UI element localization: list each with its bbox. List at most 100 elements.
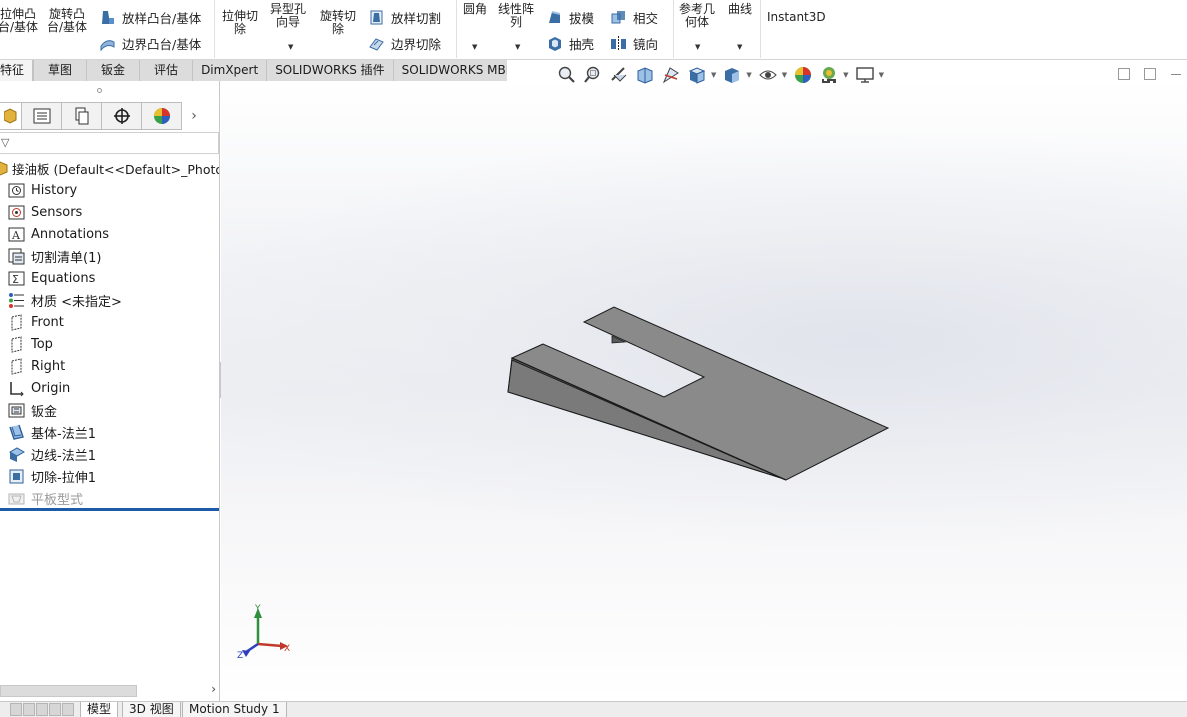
nav-prev-button[interactable] [23,703,35,716]
fillet-button[interactable]: 圆角 [463,3,487,16]
tab-display-manager[interactable] [142,102,182,130]
tree-item-annotations[interactable]: A Annotations [0,223,219,245]
tab-evaluate[interactable]: 评估 [140,60,194,81]
nav-next-button[interactable] [36,703,48,716]
tree-item-material[interactable]: 材质 <未指定> [0,289,219,311]
tree-item-front-plane[interactable]: Front [0,311,219,333]
panel-tabs: › [0,102,219,130]
nav-end-button[interactable] [62,703,74,716]
panel-horizontal-scrollbar[interactable]: › [0,682,219,698]
view-orientation-icon[interactable] [687,65,707,85]
panel-tabs-more-arrow[interactable]: › [182,102,206,130]
tree-item-origin[interactable]: Origin [0,377,219,399]
section-view-icon[interactable] [635,65,655,85]
tree-item-top-plane[interactable]: Top [0,333,219,355]
plane-icon [11,357,22,375]
apply-scene-dropdown[interactable]: ▼ [843,71,848,79]
loft-cut-button[interactable]: 放样切割 [368,7,441,27]
tab-navigation-buttons [10,703,74,716]
hole-wizard-dropdown[interactable]: ▼ [288,43,293,51]
view-settings-dropdown[interactable]: ▼ [879,71,884,79]
nav-first-button[interactable] [10,703,22,716]
mirror-button[interactable]: 镜向 [610,33,658,53]
linear-pattern-dropdown[interactable]: ▼ [515,43,520,51]
triad-z-label: Z [237,651,243,660]
tree-item-history[interactable]: History [0,179,219,201]
tab-configuration-manager[interactable] [62,102,102,130]
flat-pattern-icon [8,493,25,504]
previous-view-icon[interactable] [609,65,629,85]
instant3d-button[interactable]: Instant3D [767,11,826,24]
tab-feature-manager[interactable] [0,102,22,130]
hide-show-dropdown[interactable]: ▼ [782,71,787,79]
view-settings-icon[interactable] [855,65,875,85]
dynamic-annotation-icon[interactable] [661,65,681,85]
tree-item-cut-extrude[interactable]: 切除-拉伸1 [0,465,219,487]
graphics-area[interactable] [221,81,1187,701]
boundary-boss-button[interactable]: 边界凸台/基体 [99,33,201,53]
shell-button[interactable]: 抽壳 [546,33,594,53]
tree-item-cut-list[interactable]: 切割清单(1) [0,245,219,267]
reference-geometry-dropdown[interactable]: ▼ [695,43,700,51]
tree-item-sheet-metal[interactable]: 钣金 [0,399,219,421]
tree-item-label: 边线-法兰1 [31,448,96,464]
viewport-minimize-button[interactable] [1171,74,1181,75]
tree-item-flat-pattern[interactable]: 平板型式 [0,487,219,509]
feature-tree-filter[interactable]: ▽ [0,132,219,154]
tree-item-label: Annotations [31,226,110,242]
display-style-icon[interactable] [722,65,742,85]
tab-solidworks-mbd[interactable]: SOLIDWORKS MBD [393,60,524,81]
loft-boss-button[interactable]: 放样凸台/基体 [99,7,201,27]
draft-button[interactable]: 拔模 [546,7,594,27]
view-orientation-dropdown[interactable]: ▼ [711,71,716,79]
intersect-button[interactable]: 相交 [610,7,658,27]
rollback-bar[interactable] [0,508,219,511]
zoom-to-area-icon[interactable] [583,65,603,85]
hole-wizard-button[interactable]: 异型孔 向导 [270,3,306,29]
tab-features[interactable]: 特征 [0,60,34,81]
tab-sheet-metal[interactable]: 钣金 [87,60,141,81]
triad-y-label: Y [254,604,261,614]
tree-item-right-plane[interactable]: Right [0,355,219,377]
tree-item-edge-flange[interactable]: 边线-法兰1 [0,443,219,465]
scrollbar-thumb[interactable] [0,685,137,697]
viewport-restore-right-button[interactable] [1144,68,1156,80]
extrude-cut-button[interactable]: 拉伸切 除 [222,10,258,36]
heads-up-view-toolbar: ▼ ▼ ▼ ▼ ▼ [557,64,890,86]
tree-item-base-flange[interactable]: 基体-法兰1 [0,421,219,443]
tab-dimxpert[interactable]: DimXpert [193,60,268,81]
tab-motion-study-1[interactable]: Motion Study 1 [182,702,287,717]
display-style-dropdown[interactable]: ▼ [746,71,751,79]
tree-item-label: History [31,182,78,198]
tree-item-sensors[interactable]: Sensors [0,201,219,223]
tree-item-label: Right [31,358,66,374]
extrude-boss-button[interactable]: 拉伸凸 台/基体 [0,8,38,34]
curves-dropdown[interactable]: ▼ [737,43,742,51]
tree-root-part[interactable]: 接油板 (Default<<Default>_PhotoWorks [0,157,219,179]
hide-show-items-icon[interactable] [758,65,778,85]
boundary-cut-button[interactable]: 边界切除 [368,33,441,53]
tree-item-equations[interactable]: Σ Equations [0,267,219,289]
tree-item-label: 切除-拉伸1 [31,470,96,486]
tab-sketch[interactable]: 草图 [33,60,88,81]
svg-text:Σ: Σ [12,273,19,286]
panel-grip[interactable] [97,88,102,93]
viewport-restore-left-button[interactable] [1118,68,1130,80]
tab-model[interactable]: 模型 [80,702,119,717]
tab-solidworks-addins[interactable]: SOLIDWORKS 插件 [267,60,394,81]
fillet-dropdown[interactable]: ▼ [472,43,477,51]
tab-dimxpert-manager[interactable] [102,102,142,130]
revolve-cut-button[interactable]: 旋转切 除 [320,10,356,36]
zoom-to-fit-icon[interactable] [557,65,577,85]
apply-scene-icon[interactable] [819,65,839,85]
tab-3d-views[interactable]: 3D 视图 [122,702,181,717]
reference-geometry-button[interactable]: 参考几 何体 [679,3,715,29]
nav-last-button[interactable] [49,703,61,716]
revolve-boss-button[interactable]: 旋转凸 台/基体 [47,8,87,34]
linear-pattern-button[interactable]: 线性阵 列 [498,3,534,29]
edit-appearance-icon[interactable] [793,65,813,85]
tree-item-label: Top [31,336,53,352]
curves-button[interactable]: 曲线 [728,3,752,16]
tab-property-manager[interactable] [22,102,62,130]
scroll-right-arrow[interactable]: › [211,682,216,696]
